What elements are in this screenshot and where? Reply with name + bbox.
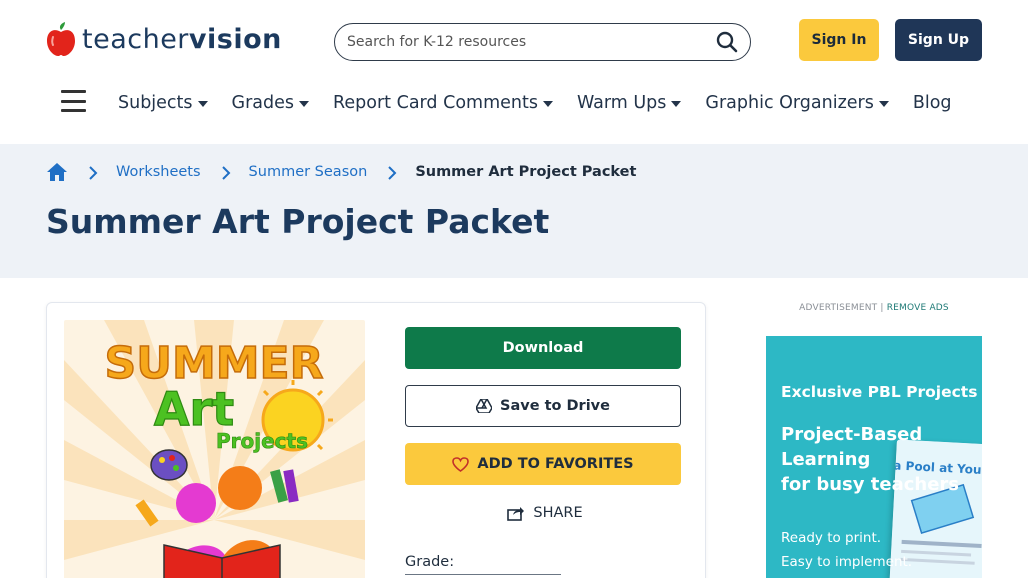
logo-text-teacher: teacher: [82, 23, 189, 55]
ad-kicker: Exclusive PBL Projects: [781, 383, 978, 401]
ad-headline-line: for busy teachers: [781, 474, 959, 495]
home-icon[interactable]: [46, 161, 68, 183]
breadcrumb-current: Summer Art Project Packet: [415, 164, 637, 180]
nav-item-warm-ups[interactable]: Warm Ups: [576, 93, 682, 113]
logo-wordmark: teachervision: [82, 24, 282, 55]
hamburger-menu-icon[interactable]: [61, 90, 86, 112]
breadcrumb: Worksheets Summer Season Summer Art Proj…: [46, 160, 636, 184]
ad-subtext-line: Easy to implement.: [781, 554, 913, 570]
caret-down-icon: [542, 100, 553, 107]
nav-item-label: Grades: [231, 93, 295, 113]
ad-subtext: Ready to print. Easy to implement.: [781, 526, 912, 574]
google-drive-icon: [476, 399, 493, 413]
caret-down-icon: [671, 100, 682, 107]
save-to-drive-button[interactable]: Save to Drive: [405, 385, 681, 427]
thumbnail-title-art: Art: [154, 382, 234, 436]
sign-up-button[interactable]: Sign Up: [895, 19, 982, 61]
caret-down-icon: [299, 100, 310, 107]
ad-headline: Project-Based Learning for busy teachers: [781, 422, 981, 497]
save-to-drive-label: Save to Drive: [500, 398, 610, 414]
caret-down-icon: [878, 100, 889, 107]
breadcrumb-link-summer-season[interactable]: Summer Season: [249, 164, 368, 180]
remove-ads-link[interactable]: REMOVE ADS: [887, 303, 949, 313]
nav-item-label: Report Card Comments: [333, 93, 538, 113]
nav-item-blog[interactable]: Blog: [913, 93, 952, 113]
teachervision-logo[interactable]: teachervision: [46, 20, 282, 58]
main-nav: Subjects Grades Report Card Comments War…: [118, 90, 976, 116]
page-title: Summer Art Project Packet: [46, 202, 550, 241]
nav-item-label: Warm Ups: [576, 93, 667, 113]
nav-item-label: Graphic Organizers: [705, 93, 874, 113]
share-button[interactable]: SHARE: [505, 501, 585, 525]
heart-icon: [452, 456, 470, 472]
add-to-favorites-button[interactable]: ADD TO FAVORITES: [405, 443, 681, 485]
thumbnail-title-projects: Projects: [216, 429, 308, 453]
grade-label: Grade:: [405, 554, 455, 570]
grade-list: [405, 574, 561, 578]
chevron-right-icon: [221, 165, 231, 180]
ad-headline-line: Project-Based: [781, 424, 923, 445]
advertisement-banner[interactable]: Build a Pool at Your School Exclusive PB…: [766, 336, 982, 578]
caret-down-icon: [197, 100, 208, 107]
ad-headline-line: Learning: [781, 449, 871, 470]
ad-label: ADVERTISEMENT | REMOVE ADS: [766, 303, 982, 313]
share-icon: [507, 505, 525, 521]
chevron-right-icon: [88, 165, 98, 180]
nav-item-graphic-organizers[interactable]: Graphic Organizers: [705, 93, 889, 113]
nav-item-label: Subjects: [118, 93, 193, 113]
breadcrumb-link-worksheets[interactable]: Worksheets: [116, 164, 201, 180]
download-button[interactable]: Download: [405, 327, 681, 369]
resource-thumbnail[interactable]: SUMMER Art Projects: [64, 320, 365, 578]
nav-item-report-card-comments[interactable]: Report Card Comments: [333, 93, 553, 113]
apple-logo-icon: [46, 21, 76, 57]
ad-label-text: ADVERTISEMENT |: [799, 303, 884, 313]
nav-item-label: Blog: [912, 93, 952, 113]
nav-item-subjects[interactable]: Subjects: [118, 93, 208, 113]
search-bar[interactable]: [334, 23, 751, 61]
chevron-right-icon: [387, 165, 397, 180]
share-label: SHARE: [533, 505, 583, 521]
logo-text-vision: vision: [188, 23, 282, 55]
ad-subtext-line: Ready to print.: [781, 530, 882, 546]
sign-in-button[interactable]: Sign In: [799, 19, 879, 61]
search-icon[interactable]: [714, 29, 740, 55]
search-input[interactable]: [347, 34, 714, 50]
nav-item-grades[interactable]: Grades: [231, 93, 310, 113]
add-to-favorites-label: ADD TO FAVORITES: [477, 456, 634, 472]
